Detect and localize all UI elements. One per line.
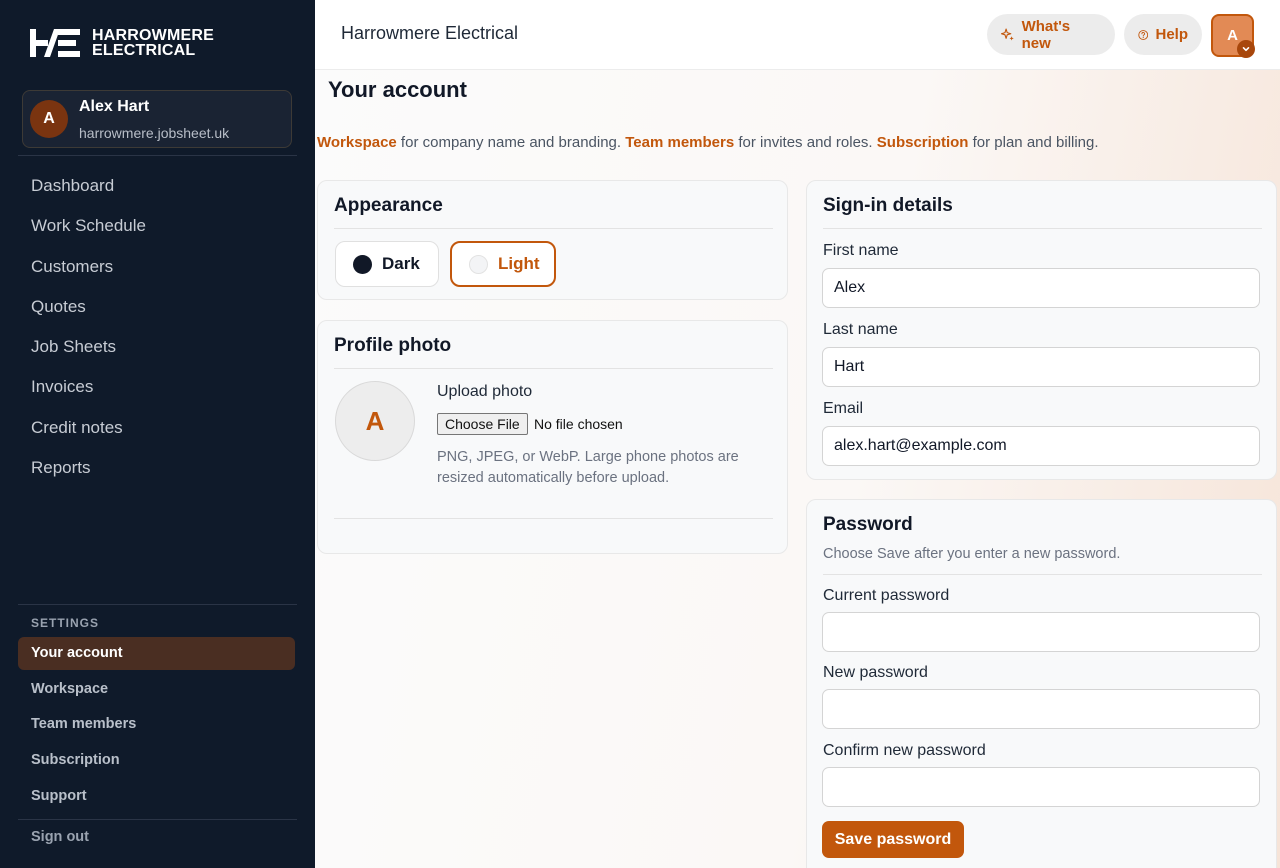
settings-item-team-members[interactable]: Team members: [18, 708, 295, 744]
current-password-label: Current password: [823, 587, 950, 604]
light-swatch-icon: [469, 254, 488, 274]
last-name-field[interactable]: Hart: [822, 347, 1260, 387]
upload-photo-label: Upload photo: [437, 383, 533, 400]
help-circle-icon: [1138, 29, 1149, 40]
last-name-label: Last name: [823, 321, 898, 338]
nav-item-dashboard[interactable]: Dashboard: [0, 166, 315, 206]
first-name-field[interactable]: Alex: [822, 268, 1260, 308]
theme-light-option[interactable]: Light: [450, 241, 556, 287]
main-nav: Dashboard Work Schedule Customers Quotes…: [0, 166, 315, 488]
file-status-text: No file chosen: [534, 416, 623, 432]
company-title: Harrowmere Electrical: [341, 23, 519, 43]
team-members-link[interactable]: Team members: [625, 134, 734, 151]
first-name-label: First name: [823, 242, 899, 259]
appearance-title: Appearance: [334, 195, 443, 216]
settings-section-label: SETTINGS: [31, 616, 100, 630]
user-domain: harrowmere.jobsheet.uk: [79, 125, 230, 141]
theme-light-label: Light: [498, 254, 540, 273]
nav-item-credit-notes[interactable]: Credit notes: [0, 408, 315, 448]
topbar: Harrowmere Electrical What's new Help A: [315, 0, 1280, 70]
current-password-field[interactable]: [822, 612, 1260, 652]
brand-logo[interactable]: HARROWMERE ELECTRICAL: [30, 27, 214, 59]
choose-file-button[interactable]: Choose File: [437, 413, 528, 435]
confirm-password-label: Confirm new password: [823, 742, 986, 759]
workspace-link[interactable]: Workspace: [317, 134, 397, 151]
brand-logo-line1: HARROWMERE: [92, 27, 214, 44]
nav-item-invoices[interactable]: Invoices: [0, 367, 315, 407]
intro-text-3: for plan and billing.: [968, 134, 1099, 151]
dark-swatch-icon: [353, 254, 372, 274]
password-title: Password: [823, 514, 913, 535]
profile-avatar: A: [335, 381, 415, 461]
user-card[interactable]: A Alex Hart harrowmere.jobsheet.uk: [22, 90, 292, 148]
card-divider: [823, 574, 1262, 575]
intro-text-2: for invites and roles.: [734, 134, 877, 151]
sidebar-divider: [18, 819, 297, 820]
settings-item-subscription[interactable]: Subscription: [18, 744, 295, 780]
sidebar-divider: [18, 604, 297, 605]
account-avatar-initial: A: [1227, 27, 1238, 44]
whats-new-label: What's new: [1021, 17, 1071, 52]
card-divider: [823, 228, 1262, 229]
save-password-button[interactable]: Save password: [822, 821, 964, 858]
sidebar: HARROWMERE ELECTRICAL A Alex Hart harrow…: [0, 0, 315, 868]
whats-new-button[interactable]: What's new: [987, 14, 1115, 55]
appearance-card: Appearance Dark Light: [317, 180, 788, 300]
card-divider: [334, 518, 773, 519]
nav-item-quotes[interactable]: Quotes: [0, 287, 315, 327]
sparkle-icon: [1001, 28, 1014, 41]
settings-item-your-account[interactable]: Your account: [18, 637, 295, 670]
new-password-field[interactable]: [822, 689, 1260, 729]
settings-item-workspace[interactable]: Workspace: [18, 673, 295, 709]
brand-logo-line2: ELECTRICAL: [92, 42, 196, 59]
chevron-down-icon: [1237, 40, 1255, 58]
help-label: Help: [1155, 26, 1188, 43]
account-menu-button[interactable]: A: [1211, 14, 1255, 58]
user-avatar: A: [30, 100, 68, 138]
profile-photo-title: Profile photo: [334, 335, 452, 356]
confirm-password-field[interactable]: [822, 767, 1260, 807]
sign-out-link[interactable]: Sign out: [31, 829, 89, 845]
signin-details-title: Sign-in details: [823, 195, 953, 216]
upload-hint: PNG, JPEG, or WebP. Large phone photos a…: [437, 449, 739, 486]
email-field[interactable]: alex.hart@example.com: [822, 426, 1260, 466]
email-label: Email: [823, 400, 864, 417]
page-intro: Workspace for company name and branding.…: [317, 134, 1099, 151]
brand-logo-mark-icon: [30, 29, 80, 57]
nav-item-customers[interactable]: Customers: [0, 247, 315, 287]
page-title: Your account: [328, 77, 467, 102]
signin-details-card: Sign-in details First name Alex Last nam…: [806, 180, 1277, 480]
nav-item-work-schedule[interactable]: Work Schedule: [0, 206, 315, 246]
intro-text-1: for company name and branding.: [396, 134, 626, 151]
main-content: Your account Workspace for company name …: [315, 70, 1280, 868]
user-name: Alex Hart: [79, 98, 150, 115]
brand-logo-text: HARROWMERE ELECTRICAL: [92, 27, 214, 59]
sidebar-divider: [18, 155, 297, 156]
settings-nav: Your account Workspace Team members Subs…: [18, 637, 295, 815]
theme-dark-option[interactable]: Dark: [335, 241, 439, 287]
card-divider: [334, 368, 773, 369]
new-password-label: New password: [823, 664, 928, 681]
nav-item-job-sheets[interactable]: Job Sheets: [0, 327, 315, 367]
password-card: Password Choose Save after you enter a n…: [806, 499, 1277, 868]
settings-item-support[interactable]: Support: [18, 780, 295, 816]
profile-photo-card: Profile photo A Upload photo Choose File…: [317, 320, 788, 554]
nav-item-reports[interactable]: Reports: [0, 448, 315, 488]
help-button[interactable]: Help: [1124, 14, 1202, 55]
card-divider: [334, 228, 773, 229]
theme-dark-label: Dark: [382, 254, 420, 273]
subscription-link[interactable]: Subscription: [877, 134, 969, 151]
password-subtitle: Choose Save after you enter a new passwo…: [823, 546, 1121, 562]
